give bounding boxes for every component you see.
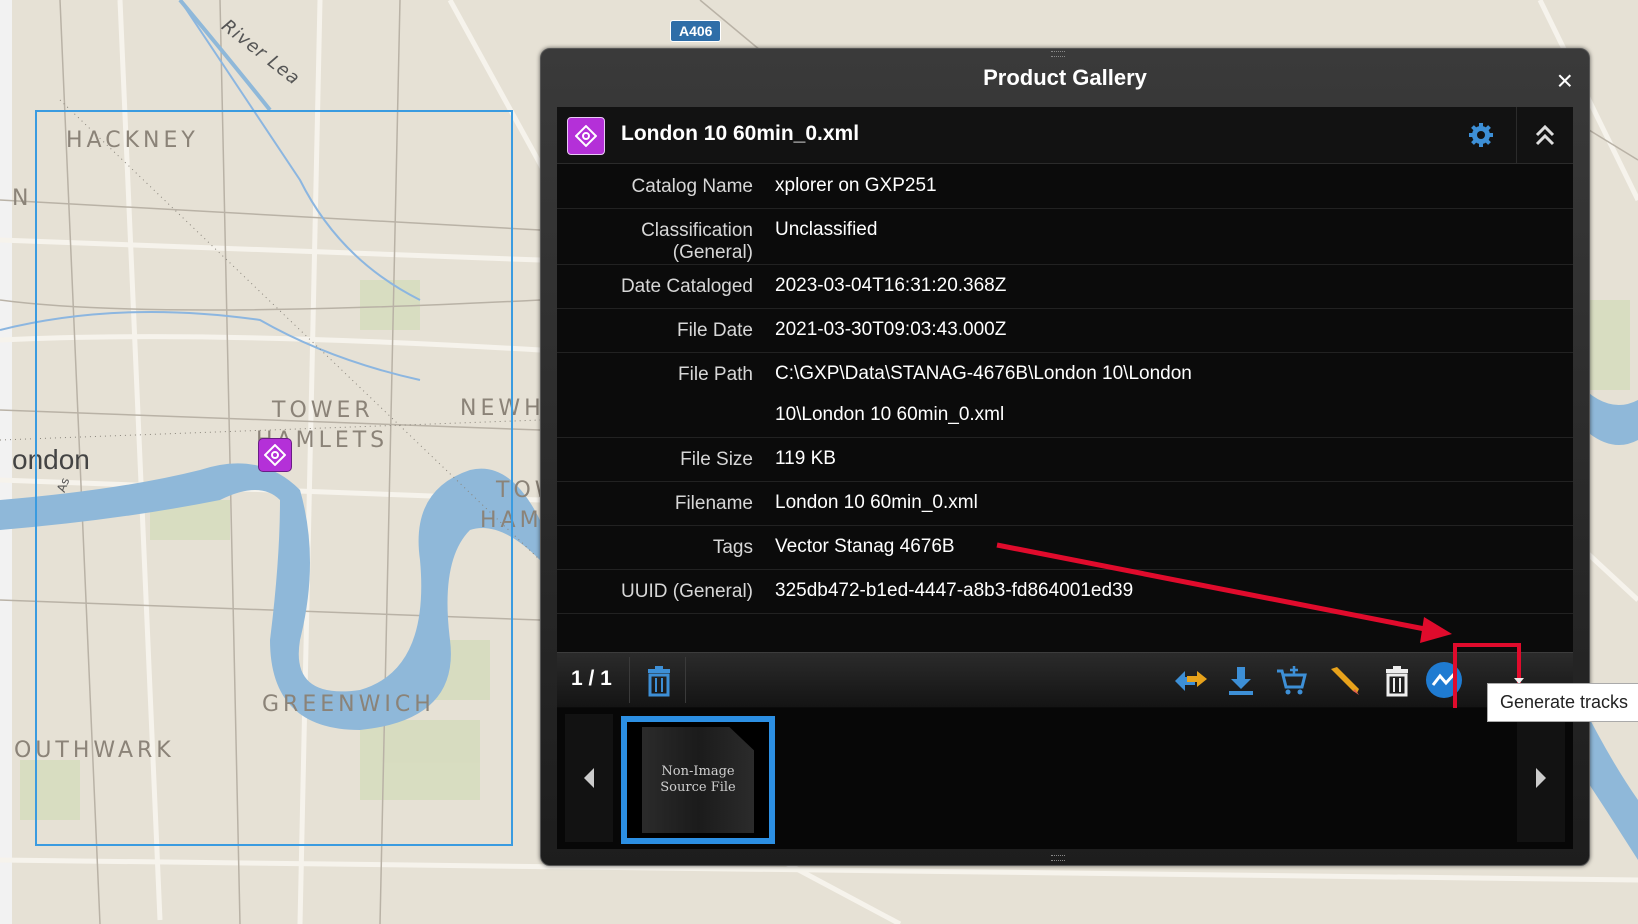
double-chevron-up-icon xyxy=(1535,124,1555,146)
resize-grip-bottom[interactable] xyxy=(1051,855,1065,861)
field-value: C:\GXP\Data\STANAG-4676B\London 10\Londo… xyxy=(775,363,1192,425)
product-thumbnail[interactable]: Non-Image Source File xyxy=(621,716,775,844)
field-label: File Date xyxy=(676,320,753,341)
thumbnail-line1: Non-Image xyxy=(661,764,735,779)
thumbnail-strip: Non-Image Source File xyxy=(557,708,1573,849)
metadata-table: Catalog Name xplorer on GXP251 Classifica… xyxy=(557,165,1573,614)
gear-icon[interactable] xyxy=(1465,119,1497,151)
product-target-icon xyxy=(264,444,286,466)
chevron-right-icon xyxy=(1536,768,1546,788)
product-footprint-bbox[interactable] xyxy=(35,110,513,846)
field-label: Filename xyxy=(674,493,753,514)
product-map-marker[interactable] xyxy=(258,438,292,472)
product-toolbar: 1 / 1 xyxy=(557,643,1573,721)
field-label: Date Cataloged xyxy=(620,276,753,297)
pencil-icon[interactable] xyxy=(1327,663,1363,699)
field-label: File Size xyxy=(680,449,753,470)
gallery-title: Product Gallery xyxy=(983,65,1147,90)
field-label: UUID (General) xyxy=(621,581,753,602)
map-label-edge: N xyxy=(12,186,29,211)
chevron-left-icon xyxy=(584,768,594,788)
field-label: File Path xyxy=(678,364,753,385)
product-type-icon xyxy=(567,117,605,155)
download-icon[interactable] xyxy=(1223,663,1259,699)
field-label: Tags xyxy=(712,537,753,558)
field-value: 325db472-b1ed-4447-a8b3-fd864001ed39 xyxy=(775,580,1134,601)
page-counter: 1 / 1 xyxy=(571,667,612,690)
previous-button[interactable] xyxy=(565,714,613,842)
document-icon: Non-Image Source File xyxy=(642,727,754,833)
metadata-row: UUID (General) 325db472-b1ed-4447-a8b3-fd… xyxy=(557,570,1573,614)
product-title: London 10 60min_0.xml xyxy=(621,122,860,145)
toolbar-divider xyxy=(685,657,686,703)
thumbnail-line2: Source File xyxy=(660,780,736,795)
road-shield-a406: A406 xyxy=(670,20,722,42)
resize-grip-top[interactable] xyxy=(1051,51,1065,57)
swap-arrows-icon[interactable] xyxy=(1169,663,1213,699)
trash-icon[interactable] xyxy=(641,663,677,699)
field-label: Catalog Name xyxy=(631,176,753,197)
close-button[interactable]: × xyxy=(1557,67,1573,95)
field-value: Unclassified xyxy=(775,219,878,240)
tooltip: Generate tracks xyxy=(1487,683,1638,722)
toolbar-divider xyxy=(629,657,630,703)
product-gallery-window[interactable]: Product Gallery × London 10 60min_0.xml … xyxy=(540,48,1590,866)
metadata-row: File Path C:\GXP\Data\STANAG-4676B\London… xyxy=(557,353,1573,438)
cart-icon[interactable] xyxy=(1273,663,1309,699)
delete-icon[interactable] xyxy=(1379,663,1415,699)
product-card: London 10 60min_0.xml Catalog Name xplore… xyxy=(557,107,1573,849)
next-button[interactable] xyxy=(1517,714,1565,842)
field-label: Classification (General) xyxy=(641,220,753,263)
